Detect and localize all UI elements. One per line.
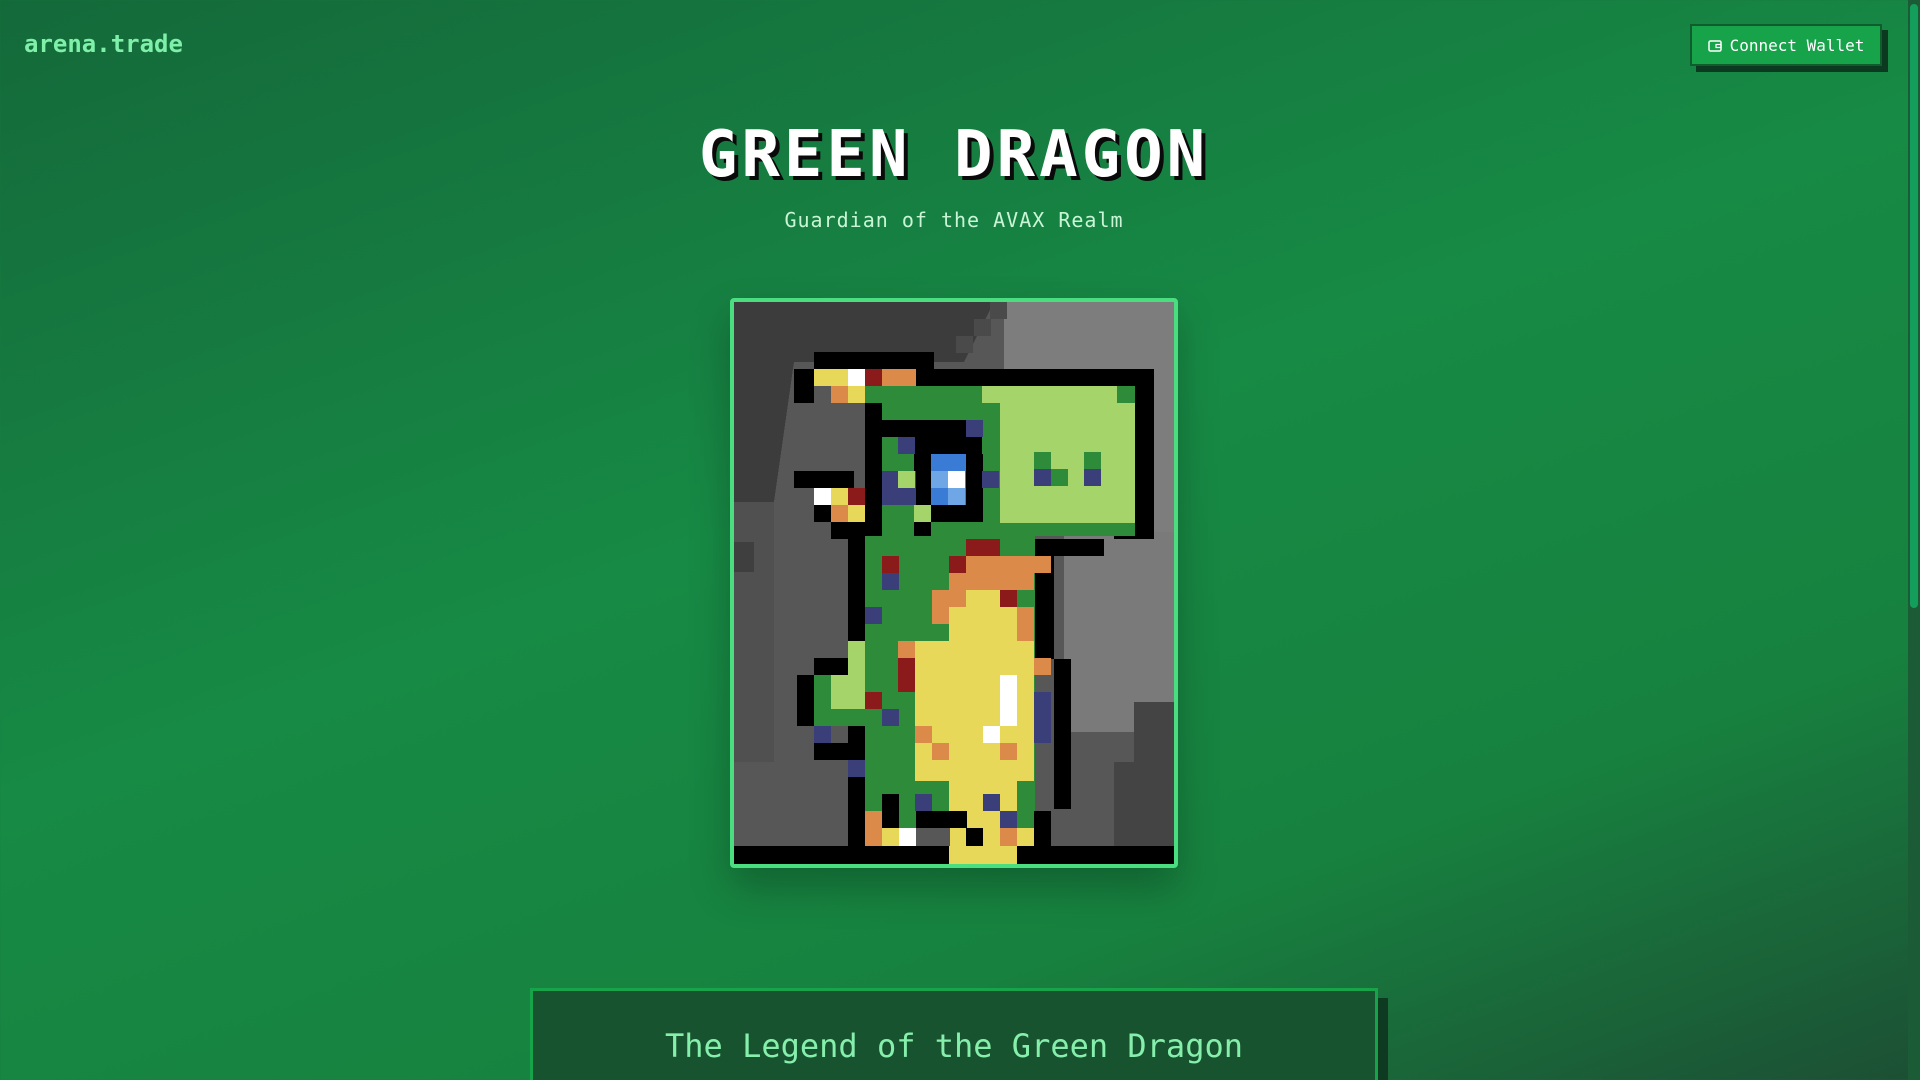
legend-panel: The Legend of the Green Dragon xyxy=(530,988,1378,1080)
dragon-pixel-art xyxy=(734,302,1174,864)
dragon-artwork-frame xyxy=(730,298,1178,868)
top-bar: arena.trade Connect Wallet xyxy=(0,0,1908,90)
wallet-icon xyxy=(1707,38,1722,52)
scrollbar-thumb[interactable] xyxy=(1910,4,1918,608)
legend-title: The Legend of the Green Dragon xyxy=(665,1027,1243,1065)
connect-wallet-label: Connect Wallet xyxy=(1729,35,1865,55)
page-title: GREEN DRAGON xyxy=(698,118,1210,192)
brand-logo[interactable]: arena.trade xyxy=(24,30,183,58)
scrollbar[interactable] xyxy=(1908,0,1920,1080)
page-subtitle: Guardian of the AVAX Realm xyxy=(784,208,1124,232)
connect-wallet-button[interactable]: Connect Wallet xyxy=(1690,24,1882,66)
